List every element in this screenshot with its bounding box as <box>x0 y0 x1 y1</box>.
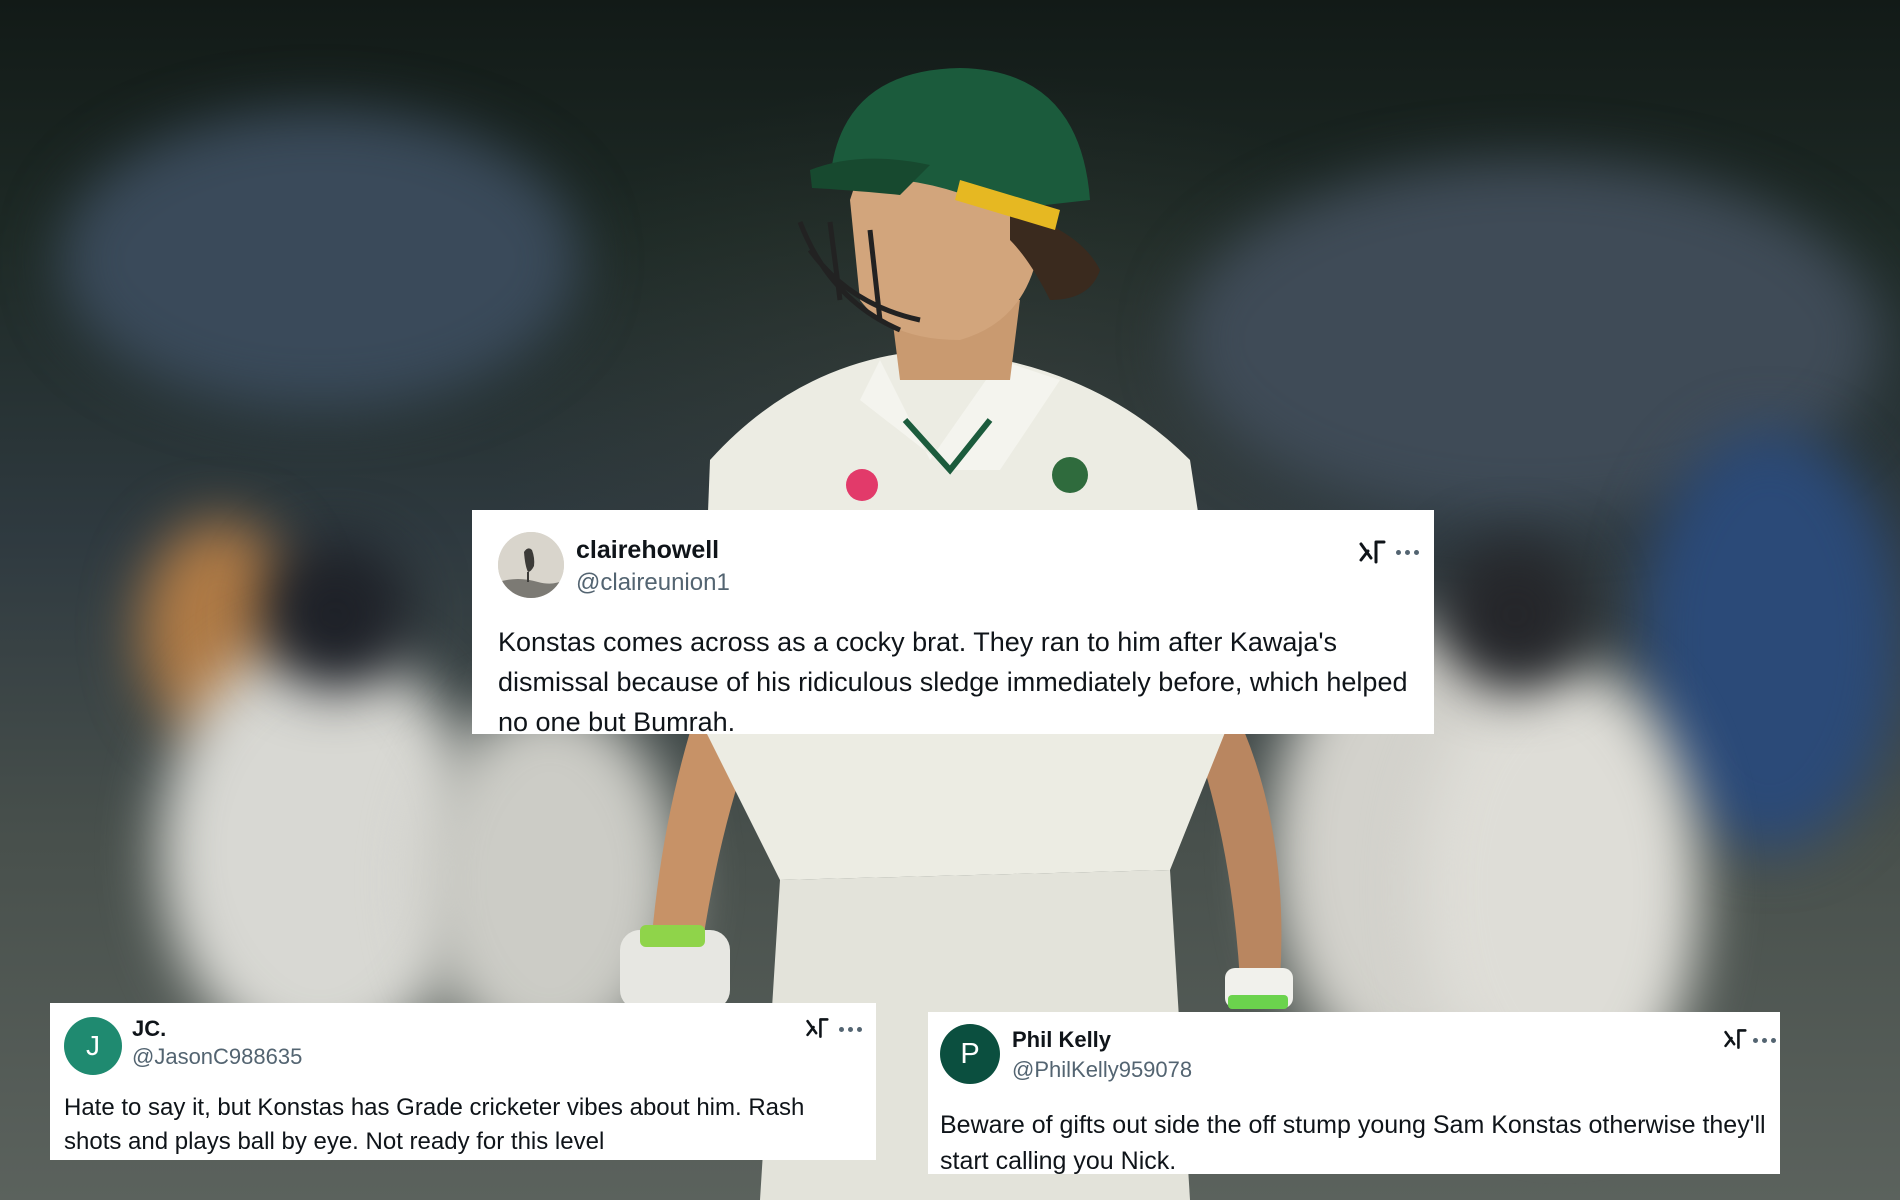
display-name[interactable]: Phil Kelly <box>1012 1027 1111 1053</box>
avatar[interactable]: J <box>64 1017 122 1075</box>
more-horizontal-icon[interactable] <box>1392 536 1422 568</box>
meme-image: clairehowell @claireunion1 Konstas comes… <box>0 0 1900 1200</box>
tweet-text: Konstas comes across as a cocky brat. Th… <box>498 627 1408 734</box>
avatar[interactable] <box>498 532 564 598</box>
grok-slash-icon[interactable] <box>802 1013 832 1043</box>
grok-slash-icon-svg <box>806 1018 829 1038</box>
display-name[interactable]: clairehowell <box>576 536 719 565</box>
grok-slash-icon[interactable] <box>1720 1024 1750 1054</box>
tweet-card[interactable]: J JC. @JasonC988635 Hate to say it, but … <box>50 1003 876 1160</box>
avatar[interactable]: P <box>940 1024 1000 1084</box>
grok-slash-icon[interactable] <box>1354 534 1390 570</box>
bird-avatar-icon <box>498 532 564 598</box>
user-handle[interactable]: @claireunion1 <box>576 569 730 597</box>
tweet-text: Beware of gifts out side the off stump y… <box>940 1111 1766 1174</box>
grok-slash-icon-svg <box>1359 540 1386 564</box>
more-dots <box>838 1026 862 1032</box>
tweet-card[interactable]: clairehowell @claireunion1 Konstas comes… <box>472 510 1434 734</box>
more-dots <box>1752 1037 1776 1043</box>
user-handle[interactable]: @JasonC988635 <box>132 1044 302 1070</box>
tweet-card[interactable]: P Phil Kelly @PhilKelly959078 Beware of … <box>928 1012 1780 1174</box>
display-name[interactable]: JC. <box>132 1016 166 1042</box>
more-dots <box>1395 549 1419 555</box>
more-horizontal-icon[interactable] <box>836 1015 864 1043</box>
user-handle[interactable]: @PhilKelly959078 <box>1012 1057 1192 1083</box>
more-horizontal-icon[interactable] <box>1750 1026 1778 1054</box>
tweet-text: Hate to say it, but Konstas has Grade cr… <box>64 1094 805 1155</box>
grok-slash-icon-svg <box>1724 1029 1747 1049</box>
